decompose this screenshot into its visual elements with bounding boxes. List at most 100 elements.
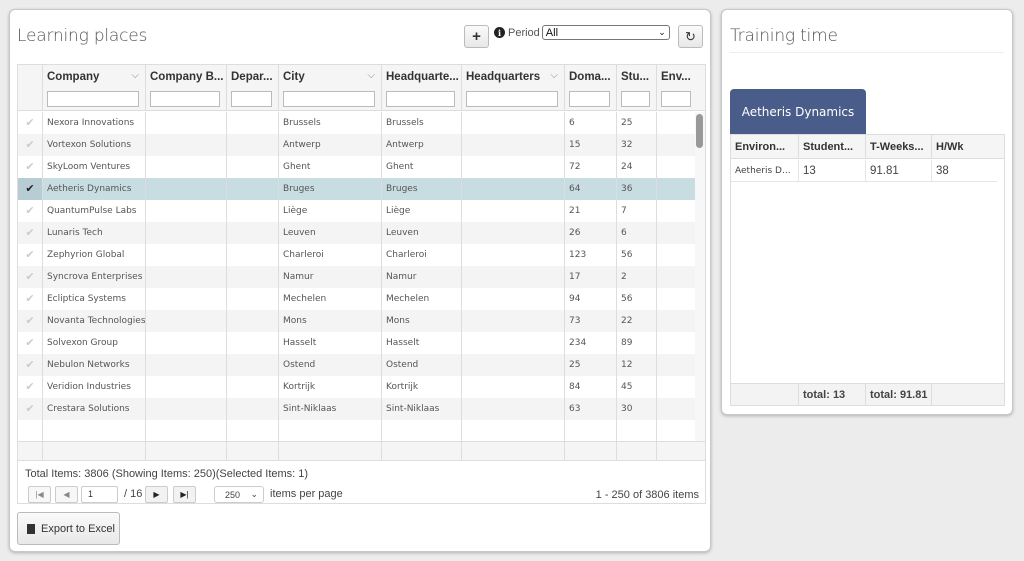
table-cell: Aetheris D... (731, 160, 798, 182)
vertical-scrollbar[interactable] (695, 112, 705, 442)
table-cell (656, 134, 697, 156)
column-divider (145, 442, 146, 460)
column-header[interactable]: Doma... (564, 65, 616, 111)
refresh-button[interactable]: ↻ (678, 25, 703, 48)
table-row[interactable]: ✔Lunaris TechLeuvenLeuven266 (18, 222, 697, 244)
table-row[interactable]: ✔Nebulon NetworksOstendOstend2512 (18, 354, 697, 376)
chevron-down-icon[interactable]: ⌵ (550, 70, 558, 81)
column-header[interactable]: H/Wk (931, 135, 997, 159)
table-cell (461, 288, 564, 310)
column-filter-input[interactable] (569, 91, 610, 107)
row-select-checkbox[interactable]: ✔ (18, 112, 42, 134)
table-cell: Bruges (278, 178, 381, 200)
table-row[interactable]: ✔Solvexon GroupHasseltHasselt23489 (18, 332, 697, 354)
add-button[interactable]: + (464, 25, 489, 48)
table-row[interactable]: Aetheris D...1391.8138 (731, 160, 997, 182)
chevron-down-icon: ⌄ (250, 489, 258, 500)
table-cell (226, 332, 278, 354)
table-cell (145, 354, 226, 376)
table-row[interactable]: ✔Novanta TechnologiesMonsMons7322 (18, 310, 697, 332)
table-row[interactable]: ✔Aetheris DynamicsBrugesBruges6436 (18, 178, 697, 200)
info-icon[interactable]: i (494, 27, 505, 38)
table-cell: Brussels (381, 112, 461, 134)
total-items-text: Total Items: 3806 (Showing Items: 250)(S… (25, 468, 308, 480)
row-select-checkbox[interactable]: ✔ (18, 156, 42, 178)
table-cell: 89 (616, 332, 656, 354)
period-select[interactable]: All ⌄ (542, 25, 670, 40)
items-per-page-select[interactable]: 250 ⌄ (214, 486, 264, 503)
table-cell (226, 200, 278, 222)
table-cell (461, 156, 564, 178)
page-number-input[interactable]: 1 (81, 486, 118, 503)
first-page-button[interactable]: |◀ (28, 486, 51, 503)
row-select-checkbox[interactable]: ✔ (18, 222, 42, 244)
column-header[interactable]: T-Weeks... (865, 135, 931, 159)
table-cell (145, 398, 226, 420)
column-filter-input[interactable] (150, 91, 220, 107)
scrollbar-thumb[interactable] (696, 114, 703, 148)
row-select-checkbox[interactable]: ✔ (18, 332, 42, 354)
table-row[interactable]: ✔Ecliptica SystemsMechelenMechelen9456 (18, 288, 697, 310)
table-cell: 6 (564, 112, 616, 134)
grid-body: ✔Nexora InnovationsBrusselsBrussels625✔V… (18, 112, 697, 442)
table-cell: QuantumPulse Labs (42, 200, 145, 222)
column-header[interactable]: City⌵ (278, 65, 381, 111)
table-cell: 22 (616, 310, 656, 332)
row-select-checkbox[interactable]: ✔ (18, 134, 42, 156)
column-header[interactable]: Depar... (226, 65, 278, 111)
row-select-checkbox[interactable]: ✔ (18, 200, 42, 222)
column-header[interactable]: Company⌵ (42, 65, 145, 111)
row-select-checkbox[interactable]: ✔ (18, 288, 42, 310)
table-cell: Lunaris Tech (42, 222, 145, 244)
row-select-checkbox[interactable]: ✔ (18, 244, 42, 266)
column-header[interactable]: Headquarters⌵ (461, 65, 564, 111)
table-cell (461, 376, 564, 398)
export-to-excel-button[interactable]: Export to Excel (17, 512, 120, 545)
column-filter-input[interactable] (283, 91, 375, 107)
table-cell (461, 332, 564, 354)
column-filter-input[interactable] (661, 91, 691, 107)
table-row[interactable]: ✔Vortexon SolutionsAntwerpAntwerp1532 (18, 134, 697, 156)
next-page-button[interactable]: ▶ (145, 486, 168, 503)
column-header[interactable]: Company B... (145, 65, 226, 111)
table-cell (461, 112, 564, 134)
table-row[interactable]: ✔Zephyrion GlobalCharleroiCharleroi12356 (18, 244, 697, 266)
column-header[interactable]: Environ... (731, 135, 798, 159)
table-row[interactable]: ✔QuantumPulse LabsLiègeLiège217 (18, 200, 697, 222)
column-header[interactable]: Headquarte... (381, 65, 461, 111)
table-cell (145, 222, 226, 244)
row-select-checkbox[interactable]: ✔ (18, 354, 42, 376)
chevron-down-icon[interactable]: ⌵ (131, 70, 139, 81)
table-row[interactable]: ✔Nexora InnovationsBrusselsBrussels625 (18, 112, 697, 134)
column-divider (381, 442, 382, 460)
row-select-checkbox[interactable]: ✔ (18, 310, 42, 332)
table-row[interactable]: ✔Syncrova EnterprisesNamurNamur172 (18, 266, 697, 288)
column-header[interactable]: Stu... (616, 65, 656, 111)
column-filter-input[interactable] (47, 91, 139, 107)
column-filter-input[interactable] (231, 91, 272, 107)
prev-page-button[interactable]: ◀ (55, 486, 78, 503)
column-header[interactable]: Student... (798, 135, 865, 159)
column-filter-input[interactable] (621, 91, 650, 107)
table-cell: Solvexon Group (42, 332, 145, 354)
last-page-button[interactable]: ▶| (173, 486, 196, 503)
row-select-checkbox[interactable]: ✔ (18, 398, 42, 420)
table-row[interactable]: ✔Veridion IndustriesKortrijkKortrijk8445 (18, 376, 697, 398)
table-row[interactable]: ✔SkyLoom VenturesGhentGhent7224 (18, 156, 697, 178)
row-select-checkbox[interactable]: ✔ (18, 376, 42, 398)
company-tab[interactable]: Aetheris Dynamics (730, 89, 866, 134)
table-cell (461, 178, 564, 200)
table-cell (656, 266, 697, 288)
column-header[interactable]: Env... (656, 65, 697, 111)
column-filter-input[interactable] (466, 91, 558, 107)
chevron-down-icon[interactable]: ⌵ (367, 70, 375, 81)
table-cell (145, 134, 226, 156)
table-cell: Vortexon Solutions (42, 134, 145, 156)
column-divider (461, 420, 462, 442)
column-header-label: Headquarte... (386, 71, 459, 83)
row-select-checkbox[interactable]: ✔ (18, 178, 42, 200)
column-filter-input[interactable] (386, 91, 455, 107)
table-cell: 2 (616, 266, 656, 288)
table-row[interactable]: ✔Crestara SolutionsSint-NiklaasSint-Nikl… (18, 398, 697, 420)
row-select-checkbox[interactable]: ✔ (18, 266, 42, 288)
